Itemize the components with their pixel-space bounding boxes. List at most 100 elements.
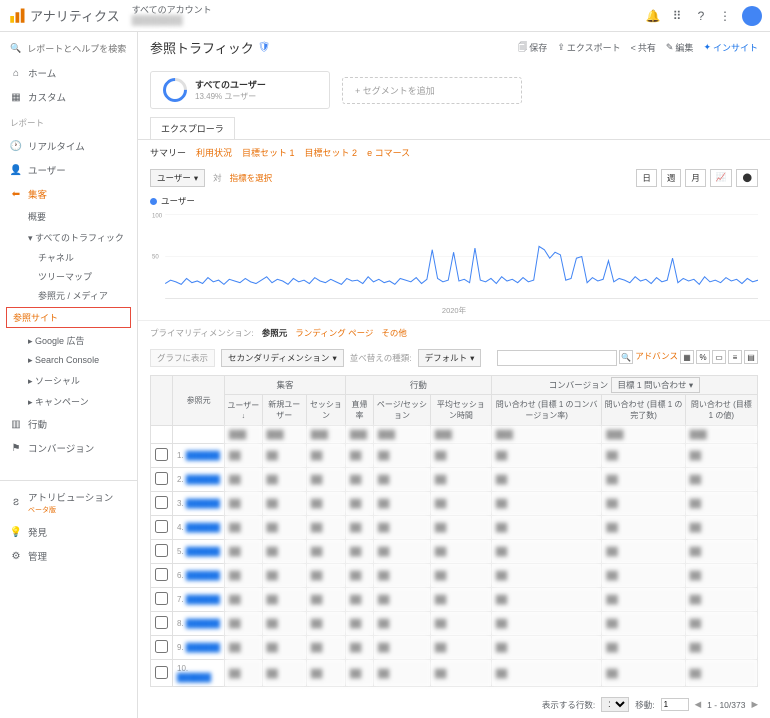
nav-home[interactable]: ⌂ホーム (0, 61, 137, 85)
subtab-ecommerce[interactable]: e コマース (367, 146, 410, 159)
dim-other[interactable]: その他 (381, 327, 407, 339)
th-pages-session[interactable]: ページ/セッション (374, 395, 431, 426)
nav-attribution[interactable]: ౭アトリビューションベータ版 (0, 485, 137, 520)
subtab-summary[interactable]: サマリー (150, 146, 186, 159)
nav-all-traffic[interactable]: ▾ すべてのトラフィック (0, 227, 137, 248)
goto-input[interactable] (661, 698, 689, 711)
row-checkbox[interactable] (155, 666, 168, 679)
row-checkbox[interactable] (155, 544, 168, 557)
dim-referrer[interactable]: 参照元 (262, 327, 288, 339)
export-button[interactable]: ⇪ エクスポート (557, 40, 620, 56)
edit-button[interactable]: ✎ 編集 (666, 40, 694, 56)
view-table-icon[interactable]: ▦ (680, 350, 694, 364)
tab-explorer[interactable]: エクスプローラ (150, 117, 235, 139)
th-goal-cr[interactable]: 問い合わせ (目標 1 のコンバージョン率) (491, 395, 602, 426)
rows-select[interactable]: 10 (601, 697, 629, 712)
nav-user[interactable]: 👤ユーザー (0, 158, 137, 182)
referrer-link[interactable]: ██████ (186, 595, 220, 604)
th-goal-comp[interactable]: 問い合わせ (目標 1 の完了数) (602, 395, 685, 426)
row-checkbox[interactable] (155, 496, 168, 509)
nav-source-medium[interactable]: 参照元 / メディア (0, 286, 137, 305)
notifications-icon[interactable]: 🔔 (646, 9, 660, 23)
th-bounce[interactable]: 直帰率 (345, 395, 373, 426)
plot-rows-btn[interactable]: グラフに表示 (150, 349, 215, 367)
referrer-link[interactable]: ██████ (186, 547, 220, 556)
table-row: 4. ████████████████████████ (151, 516, 758, 540)
row-checkbox[interactable] (155, 568, 168, 581)
nav-admin[interactable]: ⚙管理 (0, 544, 137, 568)
view-percent-icon[interactable]: % (696, 350, 710, 364)
nav-search-console[interactable]: ▸ Search Console (0, 351, 137, 370)
referrer-link[interactable]: ██████ (186, 451, 220, 460)
row-checkbox[interactable] (155, 448, 168, 461)
th-new-users[interactable]: 新規ユーザー (262, 395, 306, 426)
share-button[interactable]: < 共有 (631, 40, 656, 56)
next-page[interactable]: ▶ (751, 699, 758, 710)
th-avg-duration[interactable]: 平均セッション時間 (430, 395, 491, 426)
save-button[interactable]: 🗐 保存 (518, 40, 547, 56)
insights-button[interactable]: ✦ インサイト (703, 40, 758, 56)
th-goal-val[interactable]: 問い合わせ (目標 1 の値) (685, 395, 757, 426)
referrer-link[interactable]: ██████ (186, 475, 220, 484)
subtab-usage[interactable]: 利用状況 (196, 146, 232, 159)
th-sessions[interactable]: セッション (306, 395, 345, 426)
referrer-link[interactable]: ██████ (186, 571, 220, 580)
nav-social[interactable]: ▸ ソーシャル (0, 370, 137, 391)
compare-metric[interactable]: 指標を選択 (230, 172, 273, 184)
nav-referral[interactable]: 参照サイト (6, 307, 131, 328)
help-icon[interactable]: ? (694, 9, 708, 23)
referrer-link[interactable]: ██████ (186, 499, 220, 508)
advanced-link[interactable]: アドバンス (635, 350, 678, 366)
th-referrer[interactable]: 参照元 (173, 376, 225, 426)
conversion-goal-dd[interactable]: 目標 1 問い合わせ ▾ (611, 377, 701, 393)
nav-discover[interactable]: 💡発見 (0, 520, 137, 544)
metric-dropdown[interactable]: ユーザー ▾ (150, 169, 205, 187)
sort-type-dd[interactable]: デフォルト ▾ (418, 349, 482, 367)
table-search-input[interactable] (497, 350, 617, 366)
referrer-link[interactable]: ██████ (186, 523, 220, 532)
nav-campaigns[interactable]: ▸ キャンペーン (0, 391, 137, 412)
referrer-link[interactable]: ██████ (186, 619, 220, 628)
dim-landing[interactable]: ランディング ページ (295, 327, 373, 339)
secondary-dim-dd[interactable]: セカンダリディメンション ▾ (221, 349, 344, 367)
nav-channels[interactable]: チャネル (0, 248, 137, 267)
nav-acquisition[interactable]: ⬅集客 (0, 182, 137, 206)
main-content: 参照トラフィック 🛡 🗐 保存 ⇪ エクスポート < 共有 ✎ 編集 ✦ インサ… (138, 32, 770, 718)
nav-treemap[interactable]: ツリーマップ (0, 267, 137, 286)
feedback-icon[interactable]: ⋮ (718, 9, 732, 23)
nav-overview[interactable]: 概要 (0, 206, 137, 227)
granularity-week[interactable]: 週 (661, 169, 682, 187)
row-checkbox[interactable] (155, 592, 168, 605)
nav-behavior[interactable]: ▥行動 (0, 412, 137, 436)
row-checkbox[interactable] (155, 472, 168, 485)
chart-type-motion[interactable]: ⬤ (736, 169, 758, 187)
user-avatar[interactable] (742, 6, 762, 26)
row-checkbox[interactable] (155, 520, 168, 533)
nav-realtime[interactable]: 🕐リアルタイム (0, 134, 137, 158)
sidebar-search[interactable]: 🔍 レポートとヘルプを検索 (0, 36, 137, 61)
nav-custom[interactable]: ▦カスタム (0, 85, 137, 109)
nav-google-ads[interactable]: ▸ Google 広告 (0, 330, 137, 351)
view-comparison-icon[interactable]: ≡ (728, 350, 742, 364)
referrer-link[interactable]: ██████ (186, 643, 220, 652)
referrer-link[interactable]: ██████ (177, 673, 211, 682)
granularity-month[interactable]: 月 (685, 169, 706, 187)
dim-label: プライマリディメンション: (150, 327, 254, 339)
search-button[interactable]: 🔍 (619, 350, 633, 364)
nav-conversion[interactable]: ⚑コンバージョン (0, 436, 137, 460)
apps-icon[interactable]: ⠿ (670, 9, 684, 23)
add-segment[interactable]: + セグメントを追加 (342, 77, 522, 104)
view-pivot-icon[interactable]: ▤ (744, 350, 758, 364)
row-checkbox[interactable] (155, 640, 168, 653)
subtab-goalset2[interactable]: 目標セット 2 (305, 146, 358, 159)
prev-page[interactable]: ◀ (695, 699, 702, 710)
th-conv-label: コンバージョン (549, 380, 608, 390)
th-users[interactable]: ユーザー ↓ (225, 395, 262, 426)
row-checkbox[interactable] (155, 616, 168, 629)
segment-all-users[interactable]: すべてのユーザー 13.49% ユーザー (150, 71, 330, 109)
view-performance-icon[interactable]: ▭ (712, 350, 726, 364)
granularity-day[interactable]: 日 (636, 169, 657, 187)
account-selector[interactable]: すべてのアカウント ████████ (132, 6, 212, 26)
subtab-goalset1[interactable]: 目標セット 1 (242, 146, 295, 159)
chart-type-line[interactable]: 📈 (710, 169, 733, 187)
